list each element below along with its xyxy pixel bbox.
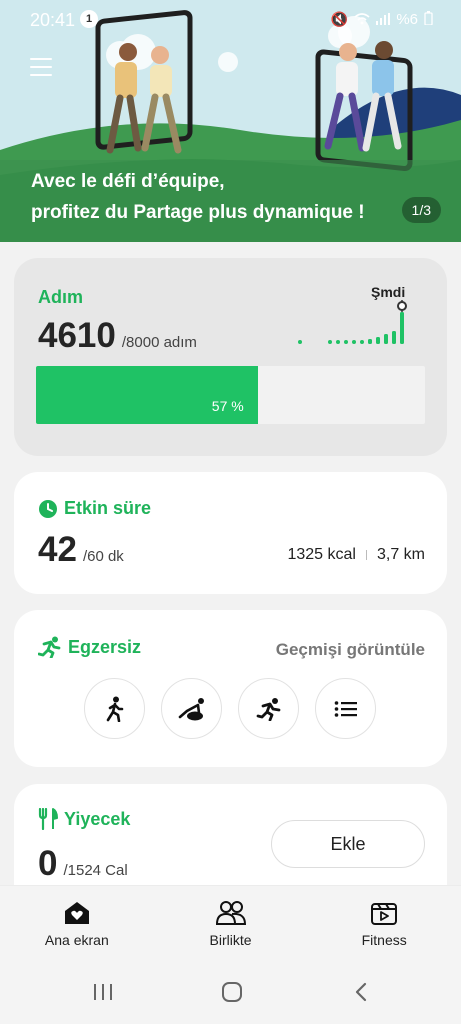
active-minutes: 42 xyxy=(38,530,77,569)
exercise-title-row: Egzersiz xyxy=(38,636,141,658)
food-row: 0 /1524 Cal xyxy=(38,844,128,884)
home-system-button[interactable] xyxy=(220,981,244,1008)
active-stats: 1325 kcal 3,7 km xyxy=(287,546,425,564)
food-goal: /1524 Cal xyxy=(63,862,128,879)
bottom-navigation: Ana ekran Birlikte Fitness xyxy=(0,885,461,961)
steps-progress-bar: 57 % xyxy=(36,366,425,424)
back-button[interactable] xyxy=(352,981,370,1008)
yoga-button[interactable] xyxy=(161,678,222,739)
notification-count-badge: 1 xyxy=(80,10,98,28)
exercise-buttons xyxy=(84,678,376,739)
food-title-row: Yiyecek xyxy=(38,808,130,830)
banner-text: Avec le défi d’équipe, profitez du Parta… xyxy=(31,166,365,228)
system-navigation xyxy=(0,961,461,1024)
battery-level: %6 xyxy=(396,11,418,28)
signal-icon xyxy=(376,12,391,28)
steps-goal: /8000 adım xyxy=(121,334,197,351)
steps-count-row: 4610 /8000 adım xyxy=(38,316,197,356)
steps-count: 4610 xyxy=(38,316,116,355)
clock-icon xyxy=(39,499,57,518)
nav-home-label: Ana ekran xyxy=(44,932,109,948)
list-icon xyxy=(334,700,357,717)
run-button[interactable] xyxy=(238,678,299,739)
banner-line-1: Avec le défi d’équipe, xyxy=(31,171,225,192)
recent-apps-icon xyxy=(94,984,112,1000)
banner-pager: 1/3 xyxy=(401,197,441,223)
nav-fitness-label: Fitness xyxy=(361,932,407,948)
view-history-link[interactable]: Geçmişi görüntüle xyxy=(276,640,425,660)
battery-icon xyxy=(424,11,433,28)
add-food-button[interactable]: Ekle xyxy=(271,820,425,868)
active-time-card[interactable]: Etkin süre 42 /60 dk 1325 kcal 3,7 km xyxy=(14,472,447,594)
exercise-run-icon xyxy=(38,636,61,658)
active-goal: /60 dk xyxy=(82,548,124,565)
recent-apps-button[interactable] xyxy=(92,981,114,1008)
run-icon xyxy=(256,697,280,721)
more-exercises-button[interactable] xyxy=(315,678,376,739)
steps-sparkline xyxy=(298,300,407,344)
menu-icon xyxy=(30,58,52,60)
steps-progress-fill: 57 % xyxy=(36,366,258,424)
active-time-title: Etkin süre xyxy=(64,498,152,518)
food-calories: 0 xyxy=(38,844,58,883)
steps-title: Adım xyxy=(38,287,83,307)
active-kcal: 1325 kcal xyxy=(287,546,356,563)
home-circle-icon xyxy=(222,982,242,1002)
exercise-card[interactable]: Egzersiz Geçmişi görüntüle xyxy=(14,610,447,767)
status-bar: 20:41 1 🔇 %6 xyxy=(0,0,461,40)
walk-icon xyxy=(106,696,123,722)
active-time-title-row: Etkin süre xyxy=(38,498,151,519)
walk-button[interactable] xyxy=(84,678,145,739)
food-title: Yiyecek xyxy=(64,808,131,829)
status-time: 20:41 xyxy=(30,10,76,30)
food-card[interactable]: Yiyecek 0 /1524 Cal Ekle xyxy=(14,784,447,894)
status-icons: 🔇 %6 xyxy=(331,11,433,28)
nav-home[interactable]: Ana ekran xyxy=(0,886,154,961)
nav-fitness[interactable]: Fitness xyxy=(307,886,461,961)
menu-button[interactable] xyxy=(30,58,52,78)
active-time-row: 42 /60 dk xyxy=(38,530,124,570)
mute-icon: 🔇 xyxy=(330,11,349,27)
exercise-title: Egzersiz xyxy=(68,636,142,657)
home-heart-icon xyxy=(64,902,89,924)
people-icon xyxy=(215,901,246,925)
back-chevron-icon xyxy=(355,982,367,1002)
nav-together-label: Birlikte xyxy=(209,932,252,948)
divider xyxy=(365,550,367,560)
steps-card[interactable]: Adım Şmdi 4610 /8000 adım 57 % xyxy=(14,258,447,456)
fork-knife-icon xyxy=(38,808,58,830)
yoga-icon xyxy=(178,697,204,720)
fitness-video-icon xyxy=(371,903,398,925)
active-distance: 3,7 km xyxy=(376,546,425,563)
nav-together[interactable]: Birlikte xyxy=(154,886,308,961)
banner-line-2: profitez du Partage plus dynamique ! xyxy=(31,202,365,223)
steps-progress-label: 57 % xyxy=(211,398,244,414)
wifi-icon xyxy=(354,12,370,28)
